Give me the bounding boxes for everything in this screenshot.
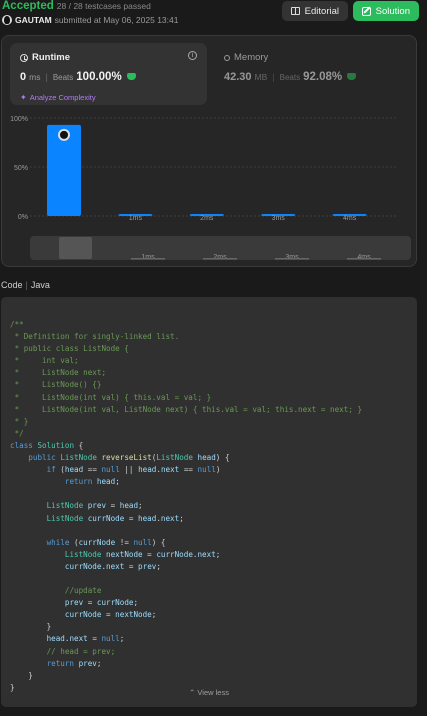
runtime-value: 0	[20, 71, 27, 83]
runtime-title: Runtime	[20, 52, 70, 63]
submitted-at: submitted at May 06, 2025 13:41	[54, 15, 179, 25]
memory-value: 42.30	[224, 71, 252, 83]
memory-tab[interactable]: Memory	[224, 52, 268, 63]
minimap-bar	[203, 258, 237, 260]
chart-minimap[interactable]: 1ms 2ms 3ms 4ms	[30, 236, 411, 260]
submission-status: Accepted 28 / 28 testcases passed	[2, 0, 151, 12]
code-block[interactable]: /** * Definition for singly-linked list.…	[10, 319, 362, 694]
minimap-bar	[347, 258, 381, 260]
book-icon	[291, 7, 300, 15]
code-language: Java	[30, 280, 50, 290]
medal-icon	[126, 73, 136, 80]
divider: |	[25, 280, 28, 290]
divider: |	[272, 72, 275, 82]
avatar-marker-inner	[60, 130, 68, 139]
performance-panel: Runtime i 0 ms | Beats 100.00% ✦ Analyze…	[1, 35, 417, 267]
status-accepted: Accepted	[2, 0, 54, 12]
username[interactable]: GAUTAM	[15, 15, 52, 25]
memory-title-text: Memory	[234, 52, 269, 63]
runtime-title-text: Runtime	[32, 52, 70, 63]
analyze-label: Analyze Complexity	[29, 93, 96, 102]
editorial-button[interactable]: Editorial	[282, 1, 348, 21]
y-tick-label: 50%	[14, 165, 28, 172]
code-label: Code	[1, 280, 23, 290]
runtime-beats-label: Beats	[52, 73, 74, 82]
memory-icon	[224, 54, 230, 61]
analyze-complexity-link[interactable]: ✦ Analyze Complexity	[20, 93, 96, 102]
medal-icon	[347, 73, 357, 80]
runtime-card[interactable]: Runtime i 0 ms | Beats 100.00% ✦ Analyze…	[10, 43, 207, 105]
memory-beats-label: Beats	[279, 73, 301, 82]
clock-icon	[20, 53, 28, 62]
minimap-labels: 1ms 2ms 3ms 4ms	[131, 254, 381, 260]
x-tick-label: 4ms	[343, 215, 357, 221]
solution-label: Solution	[375, 5, 410, 17]
divider: |	[45, 72, 48, 82]
memory-unit: MB	[254, 72, 268, 82]
avatar[interactable]	[2, 15, 12, 25]
runtime-distribution-chart[interactable]: 100% 50% 0% 1ms 2ms 3ms 4ms	[2, 111, 418, 221]
editorial-label: Editorial	[304, 5, 339, 17]
submission-header: Accepted 28 / 28 testcases passed GAUTAM …	[0, 0, 427, 30]
x-tick-label: 2ms	[200, 215, 214, 221]
runtime-value-row: 0 ms | Beats 100.00%	[20, 71, 136, 83]
view-less-label: View less	[197, 688, 229, 697]
memory-beats-pct: 92.08%	[303, 71, 343, 83]
minimap-bar	[131, 258, 165, 260]
solution-button[interactable]: Solution	[353, 1, 419, 21]
testcase-count: 28 / 28 testcases passed	[56, 1, 151, 11]
code-header: Code | Java	[1, 280, 50, 290]
y-tick-label: 100%	[10, 116, 28, 123]
code-panel: /** * Definition for singly-linked list.…	[1, 297, 417, 707]
memory-value-row: 42.30 MB | Beats 92.08%	[224, 71, 357, 83]
info-icon[interactable]: i	[188, 51, 197, 60]
sparkle-icon: ✦	[20, 93, 27, 102]
edit-icon	[362, 6, 371, 16]
x-tick-label: 1ms	[129, 215, 143, 221]
chevron-up-icon: ⌃	[189, 688, 196, 697]
runtime-unit: ms	[29, 72, 41, 82]
x-tick-label: 3ms	[272, 215, 286, 221]
y-tick-label: 0%	[18, 214, 28, 221]
submitter-line: GAUTAM submitted at May 06, 2025 13:41	[2, 15, 178, 25]
minimap-bar	[275, 258, 309, 260]
runtime-beats-pct: 100.00%	[76, 71, 122, 83]
view-less-button[interactable]: ⌃ View less	[1, 688, 417, 697]
